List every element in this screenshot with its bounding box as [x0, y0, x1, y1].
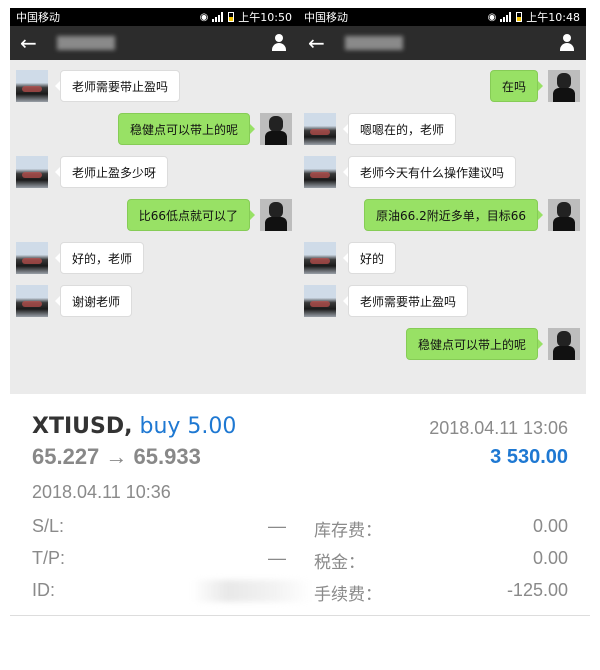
avatar[interactable]	[16, 156, 48, 188]
back-arrow-icon[interactable]: ←	[20, 33, 37, 53]
back-arrow-icon[interactable]: ←	[308, 33, 325, 53]
message-bubble[interactable]: 嗯嗯在的，老师	[342, 113, 457, 145]
incoming-message: 好的，老师	[10, 242, 298, 282]
close-date: 2018.04.11 13:06	[429, 418, 568, 438]
message-bubble[interactable]: 好的，老师	[54, 242, 145, 274]
avatar[interactable]	[548, 70, 580, 102]
row-value-2: 0.00	[532, 516, 568, 536]
incoming-message: 谢谢老师	[10, 285, 298, 325]
row-value-2: 0.00	[532, 548, 568, 568]
trade-record: XTIUSD, buy 5.00 2018.04.11 13:06 65.227…	[10, 398, 590, 620]
outgoing-message: 稳健点可以带上的呢	[298, 328, 586, 368]
message-bubble[interactable]: 原油66.2附近多单，目标66	[364, 199, 543, 231]
chat-screenshot-right: 中国移动 ◉ 上午10:48 ← 在吗 嗯嗯在的，老师老师今天有什么操作建议吗原油…	[298, 8, 586, 394]
status-icons: ◉ 上午10:48	[488, 9, 580, 25]
message-bubble[interactable]: 稳健点可以带上的呢	[405, 328, 544, 360]
status-icons: ◉ 上午10:50	[200, 9, 292, 25]
row-label: T/P:	[32, 548, 66, 568]
trade-prices: 65.227 → 65.933	[32, 444, 201, 469]
chat-screenshot-left: 中国移动 ◉ 上午10:50 ← 老师需要带止盈吗稳健点可以带上的呢老师止盈多少…	[10, 8, 298, 394]
avatar[interactable]	[16, 70, 48, 102]
avatar[interactable]	[548, 199, 580, 231]
message-bubble[interactable]: 老师需要带止盈吗	[342, 285, 469, 317]
message-list: 在吗 嗯嗯在的，老师老师今天有什么操作建议吗原油66.2附近多单，目标66 好的老师…	[298, 60, 586, 394]
divider	[10, 615, 590, 616]
carrier-label: 中国移动	[16, 11, 60, 24]
message-bubble[interactable]: 老师需要带止盈吗	[54, 70, 181, 102]
trade-side: buy 5.00	[139, 414, 237, 439]
row-label-2: 税金：	[314, 553, 365, 573]
avatar[interactable]	[304, 113, 336, 145]
outgoing-message: 稳健点可以带上的呢	[10, 113, 298, 153]
wifi-icon: ◉	[199, 11, 209, 23]
avatar[interactable]	[304, 285, 336, 317]
incoming-message: 老师需要带止盈吗	[298, 285, 586, 325]
chat-app-bar: ←	[10, 26, 298, 60]
clock: 上午10:48	[526, 11, 580, 24]
redacted-id	[192, 580, 312, 602]
message-bubble[interactable]: 比66低点就可以了	[126, 199, 256, 231]
contact-name	[56, 36, 270, 50]
clock: 上午10:50	[238, 11, 292, 24]
avatar[interactable]	[16, 285, 48, 317]
trade-row-tp: T/P: — 税金： 0.00	[32, 548, 568, 574]
avatar[interactable]	[16, 242, 48, 274]
outgoing-message: 比66低点就可以了	[10, 199, 298, 239]
outgoing-message: 在吗	[298, 70, 586, 110]
message-bubble[interactable]: 好的	[342, 242, 397, 274]
message-bubble[interactable]: 老师今天有什么操作建议吗	[342, 156, 517, 188]
trade-title: XTIUSD, buy 5.00	[32, 414, 236, 439]
battery-icon	[516, 12, 523, 22]
carrier-label: 中国移动	[304, 11, 348, 24]
message-bubble[interactable]: 谢谢老师	[54, 285, 133, 317]
signal-icon	[500, 12, 512, 22]
message-list: 老师需要带止盈吗稳健点可以带上的呢老师止盈多少呀比66低点就可以了好的，老师谢谢…	[10, 60, 298, 394]
trade-row-id: ID: 手续费： -125.00	[32, 580, 568, 606]
row-value: —	[268, 548, 286, 568]
incoming-message: 老师今天有什么操作建议吗	[298, 156, 586, 196]
incoming-message: 老师需要带止盈吗	[10, 70, 298, 110]
incoming-message: 好的	[298, 242, 586, 282]
avatar[interactable]	[260, 199, 292, 231]
signal-icon	[212, 12, 224, 22]
avatar[interactable]	[304, 242, 336, 274]
status-bar: 中国移动 ◉ 上午10:50	[10, 8, 298, 26]
message-bubble[interactable]: 老师止盈多少呀	[54, 156, 169, 188]
row-value-2: -125.00	[506, 580, 568, 600]
avatar[interactable]	[548, 328, 580, 360]
avatar[interactable]	[260, 113, 292, 145]
row-label: ID:	[32, 580, 56, 600]
row-value: —	[268, 516, 286, 536]
message-bubble[interactable]: 在吗	[489, 70, 544, 102]
row-label: S/L:	[32, 516, 65, 536]
person-icon[interactable]	[558, 34, 576, 52]
avatar[interactable]	[304, 156, 336, 188]
trade-row-sl: S/L: — 库存费： 0.00	[32, 516, 568, 542]
trade-symbol: XTIUSD,	[32, 414, 133, 439]
incoming-message: 老师止盈多少呀	[10, 156, 298, 196]
trade-profit: 3 530.00	[490, 446, 568, 468]
chat-app-bar: ←	[298, 26, 586, 60]
row-label-2: 手续费：	[314, 585, 382, 605]
outgoing-message: 原油66.2附近多单，目标66	[298, 199, 586, 239]
open-date: 2018.04.11 10:36	[32, 482, 171, 502]
wifi-icon: ◉	[487, 11, 497, 23]
row-label-2: 库存费：	[314, 521, 382, 541]
person-icon[interactable]	[270, 34, 288, 52]
contact-name	[344, 36, 558, 50]
message-bubble[interactable]: 稳健点可以带上的呢	[117, 113, 256, 145]
battery-icon	[228, 12, 235, 22]
incoming-message: 嗯嗯在的，老师	[298, 113, 586, 153]
status-bar: 中国移动 ◉ 上午10:48	[298, 8, 586, 26]
